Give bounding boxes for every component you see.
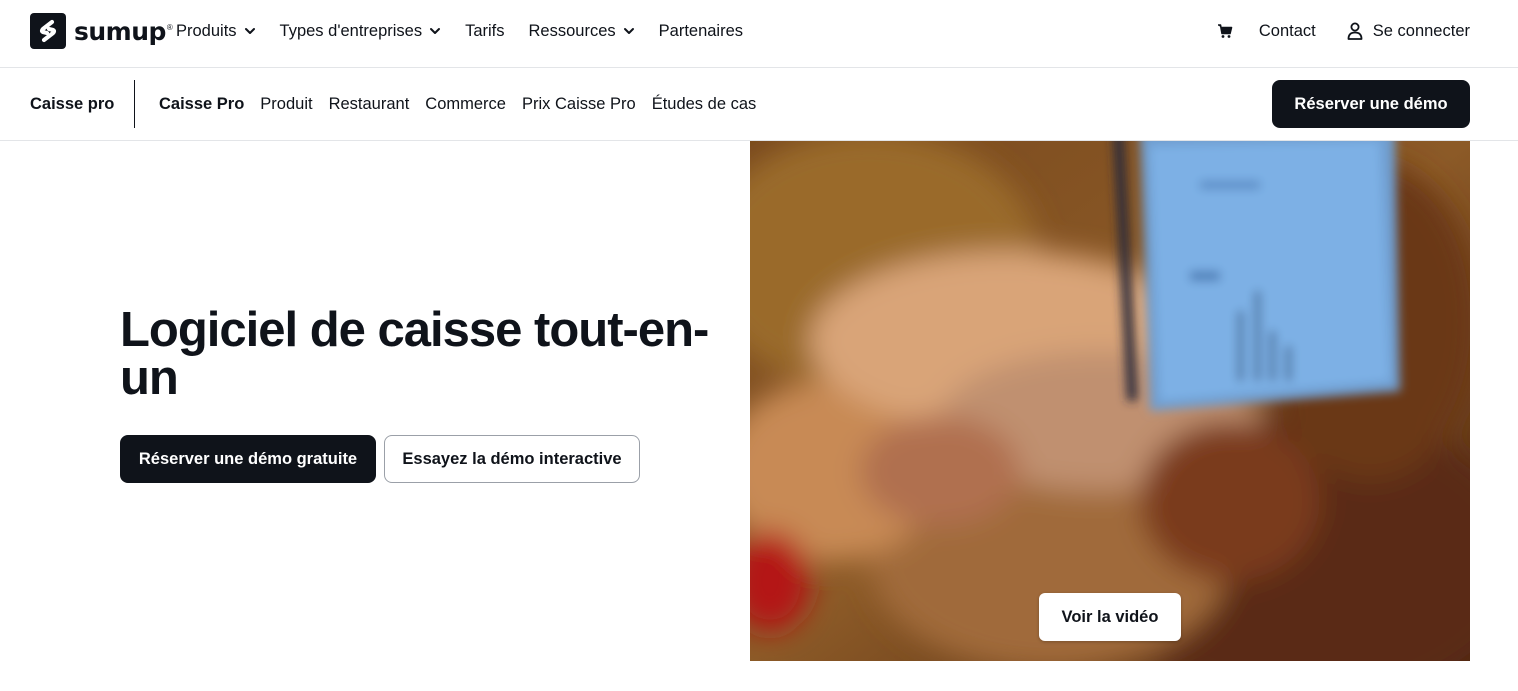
chevron-down-icon — [623, 28, 634, 34]
contact-link[interactable]: Contact — [1259, 22, 1316, 41]
right-nav: Contact Se connecter — [1216, 0, 1470, 62]
subnav-title[interactable]: Caisse pro — [30, 95, 114, 114]
top-header: sumup ® Produits Types d'entreprises Tar… — [0, 0, 1518, 68]
sumup-logo-icon — [30, 13, 66, 49]
video-still-image — [750, 141, 1470, 661]
subnav-item-caisse-pro[interactable]: Caisse Pro — [159, 95, 244, 114]
main-nav: Produits Types d'entreprises Tarifs Ress… — [176, 0, 767, 62]
hero-title: Logiciel de caisse tout-en-un — [120, 303, 709, 405]
nav-item-label: Types d'entreprises — [279, 21, 423, 40]
interactive-demo-button[interactable]: Essayez la démo interactive — [384, 435, 640, 483]
nav-item-label: Ressources — [528, 21, 616, 40]
nav-item-label: Tarifs — [465, 21, 505, 40]
nav-item-label: Produits — [176, 21, 237, 40]
book-demo-button[interactable]: Réserver une démo — [1272, 80, 1470, 128]
login-link[interactable]: Se connecter — [1347, 22, 1470, 41]
sumup-logo[interactable]: sumup ® — [30, 13, 173, 49]
subnav-divider — [134, 80, 135, 128]
user-icon — [1347, 22, 1363, 40]
product-subnav: Caisse pro Caisse Pro Produit Restaurant… — [0, 68, 1518, 141]
cart-icon[interactable] — [1216, 22, 1234, 40]
brand-registered: ® — [166, 22, 173, 32]
watch-video-button[interactable]: Voir la vidéo — [1039, 593, 1181, 641]
subnav-item-restaurant[interactable]: Restaurant — [329, 95, 410, 114]
nav-item-produits[interactable]: Produits — [176, 22, 256, 41]
subnav-item-commerce[interactable]: Commerce — [425, 95, 506, 114]
book-free-demo-button[interactable]: Réserver une démo gratuite — [120, 435, 376, 483]
chevron-down-icon — [430, 28, 441, 34]
nav-item-partenaires[interactable]: Partenaires — [659, 22, 743, 41]
subnav-items: Caisse Pro Produit Restaurant Commerce P… — [159, 95, 772, 114]
chevron-down-icon — [244, 28, 255, 34]
hero-video[interactable]: Voir la vidéo — [750, 141, 1470, 661]
nav-item-tarifs[interactable]: Tarifs — [465, 22, 504, 41]
subnav-item-produit[interactable]: Produit — [260, 95, 312, 114]
nav-item-ressources[interactable]: Ressources — [529, 22, 635, 41]
nav-item-label: Partenaires — [658, 21, 744, 40]
brand-name: sumup — [74, 16, 166, 46]
login-label: Se connecter — [1372, 21, 1470, 40]
nav-item-types-entreprises[interactable]: Types d'entreprises — [280, 22, 442, 41]
subnav-item-prix[interactable]: Prix Caisse Pro — [522, 95, 636, 114]
subnav-item-etudes-de-cas[interactable]: Études de cas — [652, 95, 757, 114]
